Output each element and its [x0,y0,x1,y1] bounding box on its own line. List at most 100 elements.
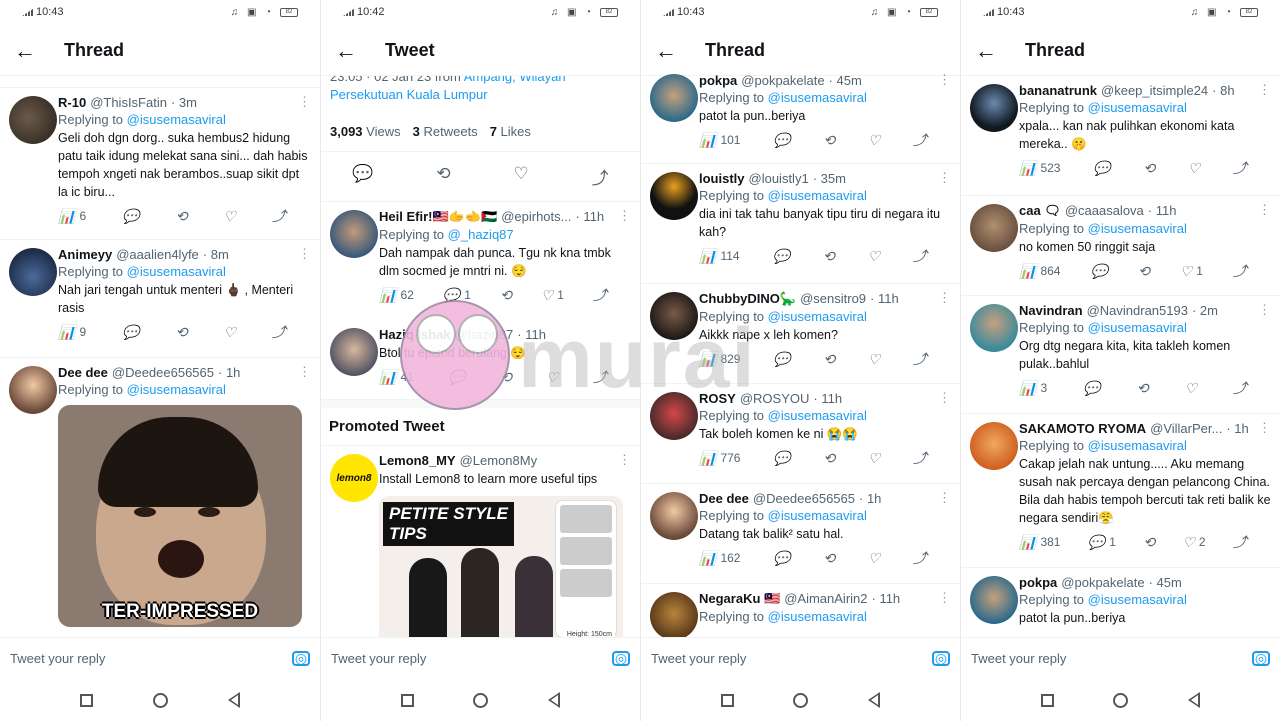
camera-icon[interactable]: ◎ [932,650,950,666]
share-button[interactable]: ⤴ [1233,161,1247,175]
views-button[interactable]: 📊 9 [58,325,86,339]
like-button[interactable]: ♡ [868,133,881,147]
reply-button[interactable]: 💬 [1090,264,1107,278]
recents-icon[interactable] [400,693,414,707]
mention-link[interactable]: @isusemasaviral [768,508,867,523]
back-nav-icon[interactable] [228,692,240,708]
mention-link[interactable]: @isusemasaviral [768,90,867,105]
retweets-stat[interactable]: 3 Retweets [413,124,478,139]
mention-link[interactable]: @_haziq87 [448,227,514,242]
avatar[interactable] [650,392,698,440]
views-button[interactable]: 📊 829 [699,352,740,366]
share-button[interactable]: ⤴ [913,451,927,465]
avatar[interactable] [650,292,698,340]
tweet[interactable]: Animeyy @aaalien4lyfe · 8m Replying to @is… [0,240,320,358]
like-button[interactable]: ♡ 1 [541,288,564,302]
share-button[interactable]: ⤴ [1233,264,1247,278]
author-name[interactable]: ChubbyDINO🦕 [699,291,796,307]
author-name[interactable]: Haziq Ishak [379,327,451,342]
retweet-button[interactable]: ⟲ [500,288,512,302]
retweet-button[interactable]: ⟲ [823,352,835,366]
author-name[interactable]: pokpa [699,73,737,88]
like-button[interactable]: ♡ [1184,381,1197,395]
reply-icon[interactable]: 💬 [352,164,373,189]
camera-icon[interactable]: ◎ [612,650,630,666]
like-button[interactable]: ♡ [868,551,881,565]
back-nav-icon[interactable] [1188,692,1201,708]
views-button[interactable]: 📊 101 [699,133,740,147]
tweet[interactable]: NegaraKu 🇲🇾 @AimanAirin2 · 11h Replying to… [641,584,960,637]
ad-image[interactable]: PETITE STYLE TIPS Height: 150cm [379,496,623,637]
recents-icon[interactable] [720,693,734,707]
avatar[interactable] [650,74,698,122]
tweet[interactable]: pokpa @pokpakelate · 45m Replying to @isus… [641,66,960,164]
avatar[interactable] [650,492,698,540]
retweet-button[interactable]: ⟲ [1138,264,1150,278]
recents-icon[interactable] [1040,693,1054,707]
more-options-icon[interactable]: ⋮ [1258,202,1271,218]
share-button[interactable]: ⤴ [1233,381,1247,395]
reply-button[interactable]: 💬 [1083,381,1100,395]
reply-button[interactable]: 💬 1 [443,288,471,302]
author-name[interactable]: pokpa [1019,575,1057,590]
views-stat[interactable]: 3,093 Views [330,124,401,139]
share-button[interactable]: ⤴ [593,288,607,302]
author-name[interactable]: louistly [699,171,745,186]
more-options-icon[interactable]: ⋮ [1258,420,1271,436]
tweet[interactable]: R-10 @ThisIsFatin · 3m Replying to @isusem… [0,88,320,240]
share-icon[interactable]: ⤴ [592,164,609,189]
more-options-icon[interactable]: ⋮ [938,72,951,88]
recents-icon[interactable] [80,693,93,707]
share-button[interactable]: ⤴ [913,133,927,147]
retweet-button[interactable]: ⟲ [823,133,835,147]
reply-button[interactable]: 💬 [773,249,790,263]
reply-button[interactable]: 💬 [773,352,790,366]
mention-link[interactable]: @isusemasaviral [1088,100,1187,115]
views-button[interactable]: 📊 381 [1019,535,1060,549]
avatar[interactable] [650,172,698,220]
like-button[interactable]: ♡ [1188,161,1201,175]
home-icon[interactable] [793,692,809,708]
more-options-icon[interactable]: ⋮ [618,452,631,468]
avatar[interactable] [970,304,1018,352]
more-options-icon[interactable]: ⋮ [298,94,311,110]
heart-icon[interactable]: ♡ [513,164,528,189]
avatar[interactable]: lemon8 [330,454,378,502]
like-button[interactable]: ♡ 1 [1180,264,1203,278]
author-name[interactable]: Lemon8_MY [379,453,456,468]
more-options-icon[interactable]: ⋮ [938,590,951,606]
more-options-icon[interactable]: ⋮ [618,208,631,224]
back-arrow-icon[interactable]: ← [641,38,705,64]
like-button[interactable]: ♡ [223,209,236,223]
author-name[interactable]: Heil Efir!🇲🇾🫱🫲🇵🇸 [379,209,497,225]
retweet-button[interactable]: ⟲ [823,551,835,565]
mention-link[interactable]: @isusemasaviral [1088,592,1187,607]
avatar[interactable] [970,422,1018,470]
more-options-icon[interactable]: ⋮ [298,246,311,262]
tweet[interactable]: Dee dee @Deedee656565 · 1h Replying to @is… [641,484,960,584]
mention-link[interactable]: @isusemasaviral [768,408,867,423]
like-button[interactable]: ♡ [546,370,559,384]
reply-button[interactable]: 💬 [122,325,139,339]
views-button[interactable]: 📊 41 [379,370,414,384]
author-name[interactable]: Navindran [1019,303,1083,318]
retweet-button[interactable]: ⟲ [1143,161,1155,175]
mention-link[interactable]: @isusemasaviral [1088,221,1187,236]
views-button[interactable]: 📊 62 [379,288,414,302]
tweet[interactable]: louistly @louistly1 · 35m Replying to @isu… [641,164,960,284]
more-options-icon[interactable]: ⋮ [938,490,951,506]
avatar[interactable] [330,210,378,258]
back-arrow-icon[interactable]: ← [961,38,1025,64]
mention-link[interactable]: @isusemasaviral [768,609,867,624]
tweet[interactable]: caa 🗨 @caaasalova · 11h Replying to @isuse… [961,196,1280,296]
share-button[interactable]: ⤴ [913,249,927,263]
reply-button[interactable]: 💬 [773,551,790,565]
views-button[interactable]: 📊 162 [699,551,740,565]
retweet-button[interactable]: ⟲ [823,451,835,465]
share-button[interactable]: ⤴ [272,325,286,339]
reply-composer[interactable]: Tweet your reply ◎ [961,637,1280,679]
mention-link[interactable]: @isusemasaviral [768,188,867,203]
like-button[interactable]: ♡ [223,325,236,339]
tweet[interactable]: bananatrunk @keep_itsimple24 · 8h Replying… [961,76,1280,196]
tweet[interactable]: pokpa @pokpakelate · 45m Replying to @isus… [961,568,1280,637]
